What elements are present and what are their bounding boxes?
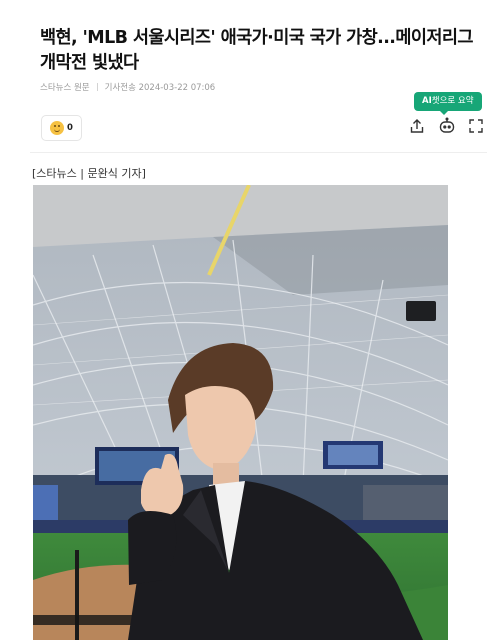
share-icon[interactable] [408, 117, 426, 135]
chatbot-icon[interactable] [438, 117, 456, 135]
ai-badge-label: 챗으로 요약 [431, 96, 474, 106]
sent-label: 기사전송 [104, 83, 136, 93]
article-datetime: 2024-03-22 07:06 [138, 83, 216, 93]
reaction-count: 0 [67, 123, 73, 133]
ai-badge-ai: AI [422, 96, 432, 106]
stadium-photo-illustration [33, 185, 448, 640]
article-headline: 백현, 'MLB 서울시리즈' 애국가·미국 국가 가창...메이저리그 개막전… [40, 28, 473, 73]
article-photo [33, 185, 448, 640]
reaction-button[interactable]: 0 [41, 115, 82, 141]
expand-icon[interactable] [467, 117, 485, 135]
meta-divider [96, 83, 98, 91]
source-link[interactable]: 스타뉴스 원문 [40, 83, 90, 93]
article-meta: 스타뉴스 원문 기사전송 2024-03-22 07:06 [40, 81, 215, 93]
ai-summary-badge[interactable]: AI챗으로 요약 [414, 92, 482, 115]
photo-caption: [스타뉴스 | 문완식 기자] [32, 167, 146, 180]
header-divider [30, 152, 487, 153]
smile-emoji-icon [50, 121, 65, 135]
